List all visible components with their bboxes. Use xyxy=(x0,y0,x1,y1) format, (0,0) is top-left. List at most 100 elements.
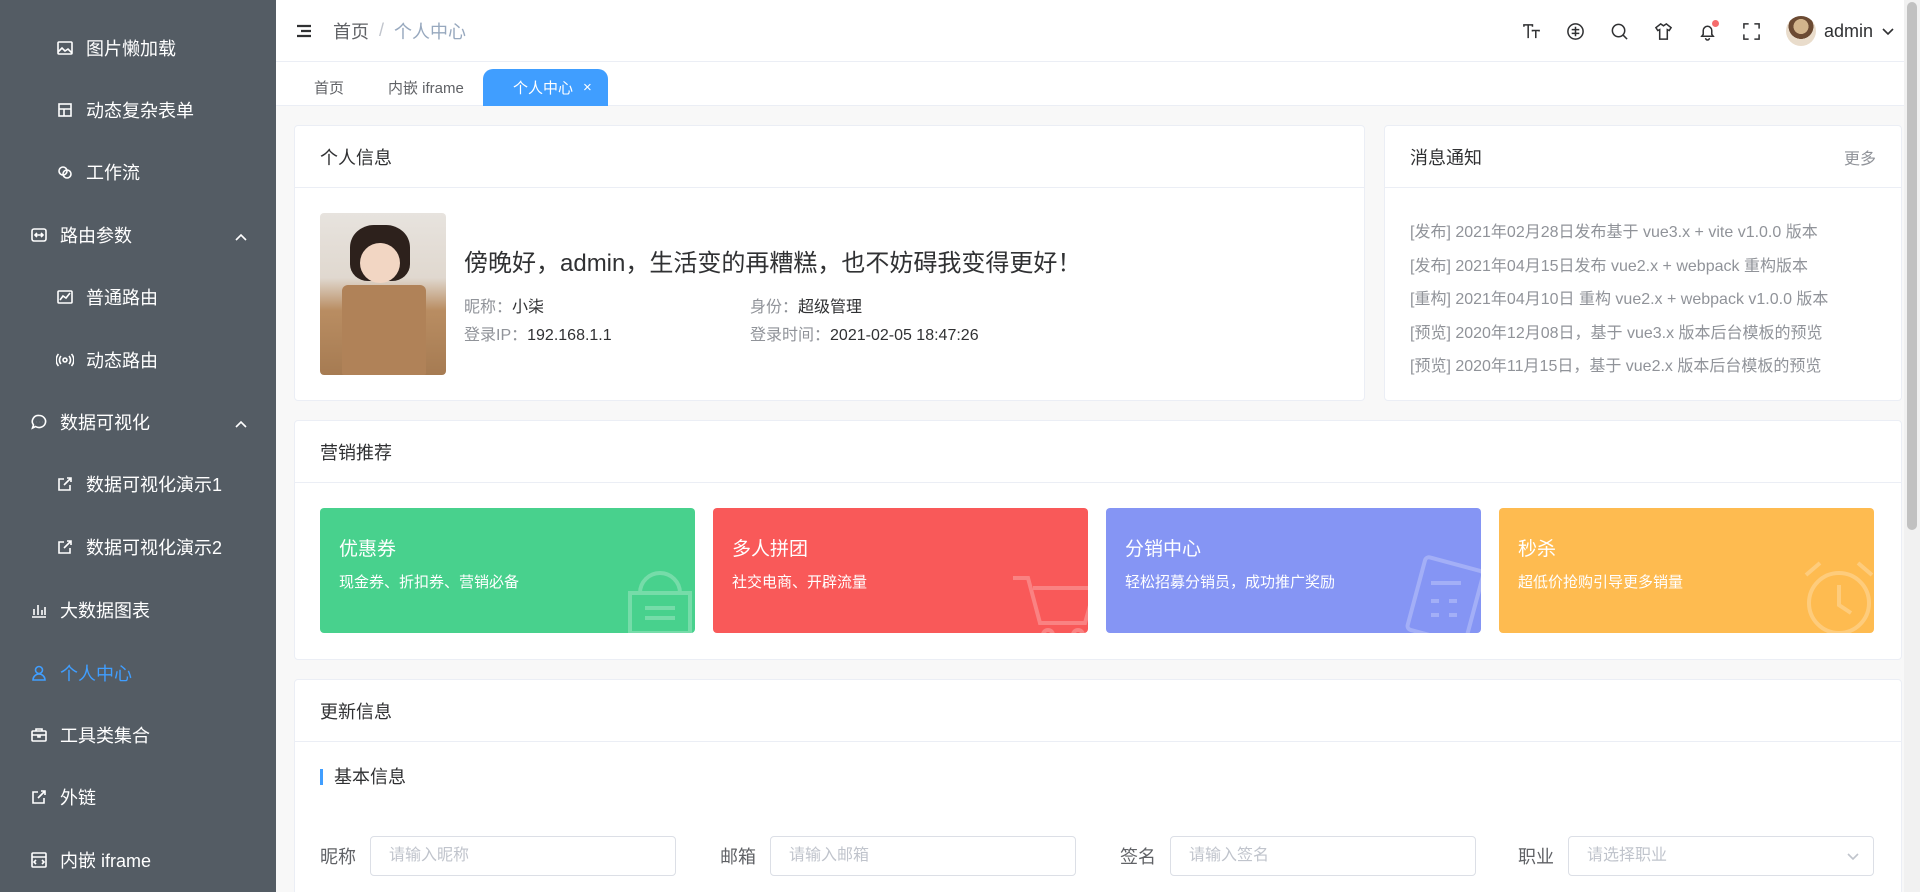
sidebar-item-dynamic-route[interactable]: 动态路由 xyxy=(0,329,276,391)
bar-chart-icon xyxy=(30,601,48,619)
fullscreen-icon[interactable] xyxy=(1742,21,1762,41)
close-icon[interactable]: × xyxy=(583,79,592,96)
profile-card-header: 个人信息 xyxy=(295,126,1364,188)
occupation-select[interactable] xyxy=(1568,836,1874,876)
email-input[interactable] xyxy=(770,836,1076,876)
sidebar-item-label: 个人中心 xyxy=(60,664,132,684)
tag-label: 个人中心 xyxy=(513,80,574,97)
field-label: 签名 xyxy=(1120,847,1156,867)
breadcrumb-home[interactable]: 首页 xyxy=(333,18,369,44)
font-size-icon[interactable] xyxy=(1522,21,1542,41)
card-title: 消息通知 xyxy=(1410,147,1482,168)
tags-view-bar: 首页 内嵌 iframe 个人中心 × xyxy=(276,62,1920,106)
promo-desc: 现金券、折扣券、营销必备 xyxy=(339,574,520,591)
card-title: 营销推荐 xyxy=(320,442,392,463)
sidebar-item-route-params[interactable]: 路由参数 xyxy=(0,204,276,266)
profile-photo[interactable] xyxy=(320,213,446,375)
sidebar-item-label: 内嵌 iframe xyxy=(60,851,152,871)
signature-input[interactable] xyxy=(1170,836,1476,876)
external-link-icon xyxy=(56,538,74,556)
notice-item[interactable]: [发布] 2021年02月28日发布基于 vue3.x + vite v1.0.… xyxy=(1410,216,1876,250)
notice-item[interactable]: [预览] 2020年11月15日，基于 vue2.x 版本后台模板的预览 xyxy=(1410,350,1876,384)
field-label: 昵称 xyxy=(320,847,356,867)
sidebar-item-label: 数据可视化演示1 xyxy=(86,475,223,495)
update-info-card: 更新信息 基本信息 昵称 邮箱 签名 职业 xyxy=(294,679,1902,892)
sidebar-item-label: 数据可视化演示2 xyxy=(86,538,223,558)
occupation-select-input[interactable] xyxy=(1568,836,1874,876)
sidebar-item-workflow[interactable]: 工作流 xyxy=(0,141,276,203)
chat-bubble-icon xyxy=(30,413,48,431)
profile-card: 个人信息 傍晚好，admin，生活变的再糟糕，也不妨碍我变得更好！ 昵称：小柒 … xyxy=(294,125,1365,401)
sidebar-item-lazy-image[interactable]: 图片懒加载 xyxy=(0,17,276,79)
sidebar-item-external-link[interactable]: 外链 xyxy=(0,766,276,828)
tag-home[interactable]: 首页 xyxy=(296,69,362,106)
bell-icon[interactable] xyxy=(1698,20,1719,41)
update-form: 基本信息 昵称 邮箱 签名 职业 xyxy=(295,742,1901,892)
promo-card-flash-sale[interactable]: 秒杀 超低价抢购引导更多销量 xyxy=(1499,508,1874,633)
sidebar-item-label: 大数据图表 xyxy=(60,601,150,621)
sidebar: 图片懒加载 动态复杂表单 工作流 路由参数 普通路由 动态路由 数据可视化 数据… xyxy=(0,0,276,892)
sidebar-item-personal-center[interactable]: 个人中心 xyxy=(0,642,276,704)
sidebar-item-iframe[interactable]: 内嵌 iframe xyxy=(0,829,276,891)
section-title: 基本信息 xyxy=(320,768,406,786)
skin-icon[interactable] xyxy=(1654,21,1674,41)
sidebar-item-normal-route[interactable]: 普通路由 xyxy=(0,266,276,328)
header-actions: admin xyxy=(1498,0,1895,62)
chevron-down-icon xyxy=(1881,24,1895,38)
avatar xyxy=(1785,16,1816,46)
sidebar-item-label: 工作流 xyxy=(86,163,140,183)
signature-field: 签名 xyxy=(1120,836,1476,876)
role-info: 身份：超级管理 xyxy=(750,299,863,316)
marketing-card-header: 营销推荐 xyxy=(295,421,1901,483)
notice-card-header: 消息通知 更多 xyxy=(1385,126,1901,188)
nickname-info: 昵称：小柒 xyxy=(464,299,545,316)
sidebar-item-toolkit[interactable]: 工具类集合 xyxy=(0,704,276,766)
notice-card: 消息通知 更多 [发布] 2021年02月28日发布基于 vue3.x + vi… xyxy=(1384,125,1902,401)
cart-icon xyxy=(1008,553,1088,633)
top-navbar: 首页 / 个人中心 admin xyxy=(276,0,1920,62)
coupon-icon xyxy=(615,553,695,633)
sidebar-item-label: 图片懒加载 xyxy=(86,39,176,59)
profile-body: 傍晚好，admin，生活变的再糟糕，也不妨碍我变得更好！ 昵称：小柒 身份：超级… xyxy=(295,188,1364,401)
scrollbar-thumb[interactable] xyxy=(1907,2,1917,530)
promo-title: 优惠券 xyxy=(339,539,397,560)
tag-iframe[interactable]: 内嵌 iframe xyxy=(370,69,482,106)
nickname-input[interactable] xyxy=(370,836,676,876)
scrollbar[interactable] xyxy=(1904,0,1920,892)
promo-card-group-buy[interactable]: 多人拼团 社交电商、开辟流量 xyxy=(713,508,1088,633)
menu-toggle-icon[interactable] xyxy=(295,21,315,41)
notice-item[interactable]: [发布] 2021年04月15日发布 vue2.x + webpack 重构版本 xyxy=(1410,250,1876,284)
breadcrumb: 首页 / 个人中心 xyxy=(333,18,466,44)
notice-item[interactable]: [重构] 2021年04月10日 重构 vue2.x + webpack v1.… xyxy=(1410,283,1876,317)
promo-card-coupon[interactable]: 优惠券 现金券、折扣券、营销必备 xyxy=(320,508,695,633)
promo-title: 分销中心 xyxy=(1125,539,1202,560)
chevron-up-icon xyxy=(234,228,248,242)
sidebar-item-dynamic-form[interactable]: 动态复杂表单 xyxy=(0,79,276,141)
promo-card-distribution[interactable]: 分销中心 轻松招募分销员，成功推广奖励 xyxy=(1106,508,1481,633)
user-dropdown[interactable]: admin xyxy=(1785,16,1895,46)
language-icon[interactable] xyxy=(1566,21,1586,41)
sidebar-item-big-data-chart[interactable]: 大数据图表 xyxy=(0,579,276,641)
more-link[interactable]: 更多 xyxy=(1844,145,1876,169)
workflow-icon xyxy=(56,163,74,181)
sidebar-item-label: 动态复杂表单 xyxy=(86,101,194,121)
user-icon xyxy=(30,664,48,682)
sidebar-item-label: 路由参数 xyxy=(60,226,132,246)
field-label: 邮箱 xyxy=(720,847,756,867)
sidebar-item-label: 数据可视化 xyxy=(60,413,150,433)
ip-info: 登录IP：192.168.1.1 xyxy=(464,327,612,344)
route-icon xyxy=(30,226,48,244)
notice-list: [发布] 2021年02月28日发布基于 vue3.x + vite v1.0.… xyxy=(1385,188,1901,412)
promo-title: 秒杀 xyxy=(1518,539,1557,560)
notice-item[interactable]: [预览] 2020年12月08日，基于 vue3.x 版本后台模板的预览 xyxy=(1410,317,1876,351)
search-icon[interactable] xyxy=(1610,21,1630,41)
toolbox-icon xyxy=(30,726,48,744)
tag-label: 内嵌 iframe xyxy=(388,80,464,97)
username: admin xyxy=(1823,20,1873,41)
sidebar-item-visual-demo-1[interactable]: 数据可视化演示1 xyxy=(0,453,276,515)
sidebar-item-visual-demo-2[interactable]: 数据可视化演示2 xyxy=(0,516,276,578)
sidebar-item-data-visual[interactable]: 数据可视化 xyxy=(0,391,276,453)
image-icon xyxy=(56,39,74,57)
tag-personal-center[interactable]: 个人中心 × xyxy=(483,69,608,106)
occupation-field: 职业 xyxy=(1518,836,1874,876)
